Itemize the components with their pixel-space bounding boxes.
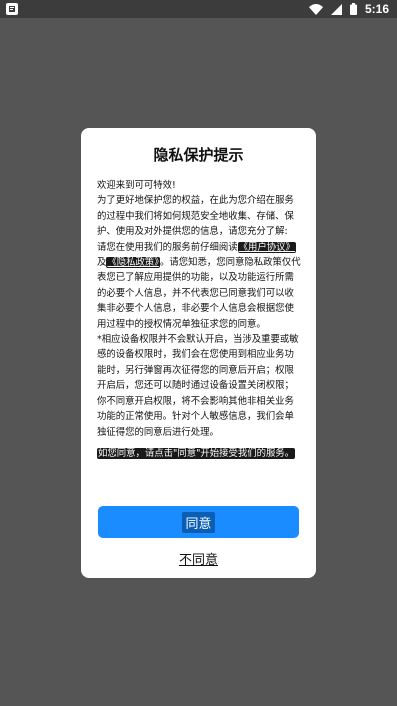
permissions-paragraph: *相应设备权限并不会默认开启，当涉及重要或敏感的设备权限时，我们会在您使用到相应… [97, 334, 299, 438]
disagree-button[interactable]: 不同意 [98, 546, 299, 570]
agree-button-label: 同意 [182, 511, 215, 533]
greeting-text: 欢迎来到可可特效! [97, 180, 176, 191]
agree-button[interactable]: 同意 [98, 506, 299, 538]
app-notification-icon [6, 3, 18, 15]
consent-paragraph: 如您同意，请点击"同意"开始接受我们的服务。 [97, 446, 301, 461]
battery-icon [349, 0, 357, 19]
consent-text: 如您同意，请点击"同意"开始接受我们的服务。 [97, 447, 296, 459]
policy-paragraph-prefix: 请您在使用我们的服务前仔细阅读 [97, 241, 238, 253]
wifi-icon [308, 0, 323, 19]
status-time: 5:16 [364, 2, 389, 16]
dialog-body: 欢迎来到可可特效! 为了更好地保护您的权益，在此为您介绍在服务的过程中我们将如何… [97, 178, 301, 461]
user-agreement-link[interactable]: 《用户协议》 [237, 241, 296, 253]
disagree-button-label: 不同意 [178, 552, 218, 568]
privacy-dialog: 隐私保护提示 欢迎来到可可特效! 为了更好地保护您的权益，在此为您介绍在服务的过… [81, 128, 316, 578]
policy-paragraph-and: 及 [97, 257, 107, 269]
status-right-group: 5:16 [308, 0, 389, 19]
dialog-title: 隐私保护提示 [153, 146, 244, 164]
privacy-policy-link[interactable]: 《隐私政策》 [106, 257, 160, 269]
intro-paragraph: 为了更好地保护您的权益，在此为您介绍在服务的过程中我们将如何规范安全地收集、存储… [97, 195, 294, 238]
cellular-signal-icon [330, 0, 342, 19]
policy-paragraph: 请您在使用我们的服务前仔细阅读《用户协议》及《隐私政策》。请您知悉，您同意隐私政… [97, 240, 301, 332]
status-bar: 5:16 [0, 0, 397, 18]
